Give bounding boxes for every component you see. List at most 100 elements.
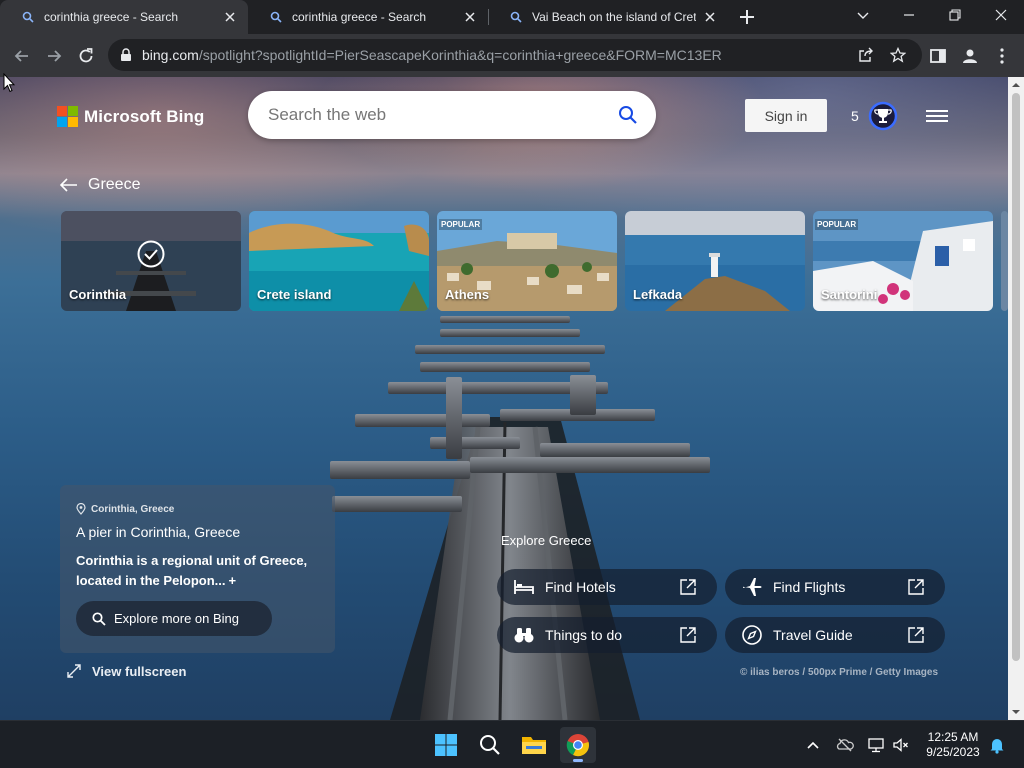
- image-credit: © ilias beros / 500px Prime / Getty Imag…: [740, 667, 939, 678]
- logo-square-red: [57, 106, 67, 116]
- tab-2[interactable]: corinthia greece - Search: [248, 0, 488, 34]
- search-box[interactable]: [248, 91, 656, 139]
- image-info-panel: Corinthia, Greece A pier in Corinthia, G…: [60, 485, 335, 653]
- mouse-cursor-icon: [3, 73, 15, 93]
- search-input[interactable]: [268, 103, 608, 127]
- volume-muted-icon[interactable]: [892, 736, 910, 754]
- find-flights-button[interactable]: Find Flights: [725, 569, 945, 605]
- back-to-greece-link[interactable]: Greece: [60, 176, 140, 194]
- travel-guide-button[interactable]: Travel Guide: [725, 617, 945, 653]
- chevron-down-icon: [857, 12, 869, 19]
- profile-icon[interactable]: [960, 46, 980, 66]
- binoculars-icon: [514, 628, 534, 643]
- close-tab-icon[interactable]: [222, 9, 238, 25]
- system-clock[interactable]: 12:25 AM 9/25/2023: [918, 730, 988, 760]
- location-row: Corinthia, Greece: [76, 503, 174, 515]
- chevron-up-icon[interactable]: [804, 736, 822, 754]
- card-label: Crete island: [257, 287, 332, 302]
- kebab-menu-icon[interactable]: [992, 46, 1012, 66]
- tab-search-button[interactable]: [840, 0, 886, 30]
- carousel-card-santorini[interactable]: POPULAR Santorini: [813, 211, 993, 311]
- reload-icon[interactable]: [76, 46, 96, 66]
- network-icon[interactable]: [867, 736, 885, 754]
- tab-1[interactable]: corinthia greece - Search: [0, 0, 248, 34]
- rewards-count[interactable]: 5: [851, 108, 859, 124]
- minimize-button[interactable]: [886, 0, 932, 30]
- expand-description[interactable]: +: [229, 573, 237, 588]
- bing-logo[interactable]: Microsoft Bing: [57, 106, 204, 127]
- close-tab-icon[interactable]: [702, 9, 718, 25]
- url-host: bing.com: [142, 47, 199, 63]
- logo-square-blue: [57, 117, 67, 127]
- rewards-trophy-icon[interactable]: [868, 101, 898, 131]
- clock-time: 12:25 AM: [927, 730, 979, 744]
- logo-square-yellow: [68, 117, 78, 127]
- lock-icon[interactable]: [120, 48, 132, 62]
- star-icon[interactable]: [890, 47, 906, 63]
- action-label: Find Flights: [773, 579, 846, 595]
- card-label: Athens: [445, 287, 490, 302]
- active-indicator: [573, 759, 583, 762]
- windows-taskbar: 12:25 AM 9/25/2023: [0, 720, 1024, 768]
- external-link-icon: [908, 579, 924, 595]
- scroll-up-icon[interactable]: [1012, 81, 1020, 89]
- explore-more-button[interactable]: Explore more on Bing: [76, 601, 272, 636]
- chrome-taskbar-button[interactable]: [560, 727, 596, 763]
- external-link-icon: [680, 579, 696, 595]
- bing-logo-text: Microsoft Bing: [84, 106, 205, 126]
- microsoft-logo-icon: [57, 106, 78, 127]
- view-fullscreen-label: View fullscreen: [92, 663, 187, 679]
- new-tab-icon[interactable]: [738, 8, 756, 26]
- location-text: Corinthia, Greece: [91, 503, 175, 515]
- forward-arrow-icon[interactable]: [44, 46, 64, 66]
- restore-icon: [949, 9, 961, 21]
- tab-title: corinthia greece - Search: [292, 10, 427, 24]
- page-scrollbar[interactable]: [1008, 77, 1024, 720]
- browser-toolbar: bing.com/spotlight?spotlightId=PierSeasc…: [0, 34, 1024, 77]
- action-label: Find Hotels: [545, 579, 616, 595]
- find-hotels-button[interactable]: Find Hotels: [497, 569, 717, 605]
- windows-logo-icon: [435, 734, 457, 756]
- search-icon: [480, 735, 500, 755]
- scroll-down-icon[interactable]: [1012, 708, 1020, 716]
- notification-bell-icon[interactable]: [988, 736, 1006, 754]
- scrollbar-thumb[interactable]: [1012, 93, 1020, 661]
- screen: corinthia greece - Search corinthia gree…: [0, 0, 1024, 768]
- compass-icon: [742, 625, 762, 645]
- search-icon[interactable]: [618, 105, 638, 125]
- start-button[interactable]: [428, 727, 464, 763]
- back-arrow-icon[interactable]: [12, 46, 32, 66]
- tab-title: Vai Beach on the island of Crete, ...: [532, 10, 696, 24]
- back-arrow-icon: [60, 178, 77, 192]
- close-window-button[interactable]: [978, 0, 1024, 30]
- card-label: Santorini: [821, 287, 878, 302]
- clock-date: 9/25/2023: [926, 745, 980, 759]
- things-to-do-button[interactable]: Things to do: [497, 617, 717, 653]
- search-favicon-icon: [22, 11, 34, 23]
- chrome-icon: [566, 734, 589, 757]
- address-bar[interactable]: bing.com/spotlight?spotlightId=PierSeasc…: [108, 39, 922, 71]
- carousel-card-corinthia[interactable]: Corinthia: [61, 211, 241, 311]
- restore-button[interactable]: [932, 0, 978, 30]
- carousel-card-crete-island[interactable]: Crete island: [249, 211, 429, 311]
- sign-in-button[interactable]: Sign in: [745, 99, 827, 132]
- close-tab-icon[interactable]: [462, 9, 478, 25]
- partial-thumbnail: [1001, 211, 1008, 311]
- tab-strip: corinthia greece - Search corinthia gree…: [0, 0, 1024, 34]
- bing-spotlight-page: Microsoft Bing Sign in 5 Greece: [0, 77, 1008, 720]
- carousel-card-athens[interactable]: POPULAR Athens: [437, 211, 617, 311]
- hamburger-menu-icon[interactable]: [926, 108, 948, 124]
- carousel-card-lefkada[interactable]: Lefkada: [625, 211, 805, 311]
- side-panel-icon[interactable]: [928, 46, 948, 66]
- image-description[interactable]: Corinthia is a regional unit of Greece, …: [76, 551, 326, 591]
- popular-badge: POPULAR: [439, 219, 483, 230]
- search-favicon-icon: [270, 11, 282, 23]
- view-fullscreen-link[interactable]: View fullscreen: [66, 663, 186, 679]
- file-explorer-button[interactable]: [516, 727, 552, 763]
- onedrive-offline-icon[interactable]: [836, 736, 854, 754]
- image-title: A pier in Corinthia, Greece: [76, 524, 241, 540]
- taskbar-search-button[interactable]: [472, 727, 508, 763]
- carousel-card-partial[interactable]: [1001, 211, 1008, 311]
- tab-3[interactable]: Vai Beach on the island of Crete, ...: [488, 0, 728, 34]
- share-icon[interactable]: [858, 47, 874, 63]
